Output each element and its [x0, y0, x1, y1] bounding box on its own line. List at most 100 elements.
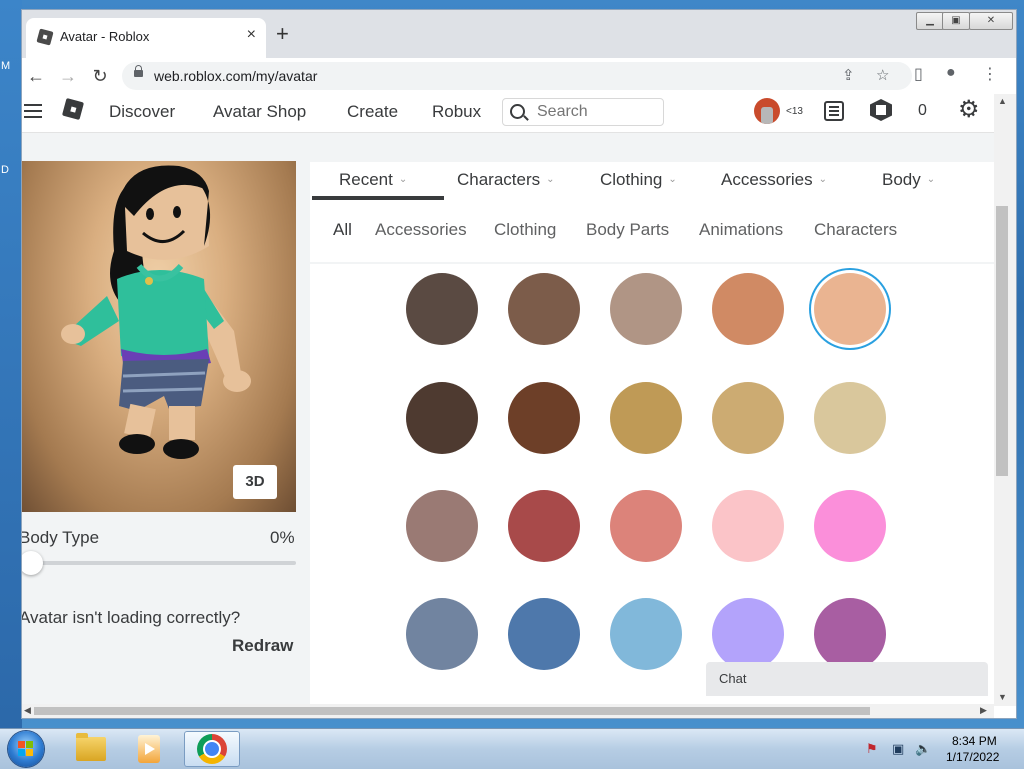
skin-tone-swatch[interactable]	[610, 273, 682, 345]
skin-tone-swatch[interactable]	[406, 273, 478, 345]
scroll-down-arrow-icon[interactable]: ▼	[998, 692, 1007, 702]
search-box[interactable]	[502, 98, 664, 126]
redraw-link[interactable]: Redraw	[232, 636, 293, 656]
back-arrow-icon[interactable]: ←	[24, 64, 48, 88]
search-input[interactable]	[535, 102, 659, 122]
desktop-icon-label: D	[1, 164, 9, 176]
url-text[interactable]: web.roblox.com/my/avatar	[154, 68, 317, 84]
avatar-page: Discover Avatar Shop Create Robux <13 0 …	[22, 94, 994, 704]
skin-tone-swatch[interactable]	[508, 598, 580, 670]
tab-body[interactable]: Body ⌄	[882, 170, 935, 190]
skin-tone-swatch[interactable]	[814, 382, 886, 454]
body-type-slider-handle[interactable]	[22, 551, 43, 575]
more-menu-icon[interactable]: ⋮	[982, 64, 998, 84]
windows-logo-icon	[18, 741, 34, 757]
desktop-background: M D	[0, 0, 22, 768]
skin-tone-swatch[interactable]	[508, 490, 580, 562]
new-tab-button[interactable]: +	[276, 23, 289, 45]
taskbar-chrome[interactable]	[184, 731, 240, 767]
subtab-animations[interactable]: Animations	[699, 220, 783, 240]
horizontal-scrollbar[interactable]: ◀ ▶	[22, 704, 994, 718]
reload-icon[interactable]: ↻	[88, 64, 112, 88]
robux-balance[interactable]: 0	[918, 102, 927, 120]
avatar-preview[interactable]: 3D	[22, 161, 296, 512]
skin-tone-swatch[interactable]	[814, 490, 886, 562]
vertical-scrollbar[interactable]: ▲ ▼	[994, 94, 1016, 706]
chevron-down-icon: ⌄	[668, 174, 677, 185]
chevron-down-icon: ⌄	[398, 174, 408, 185]
skin-tone-swatch[interactable]	[814, 598, 886, 670]
skin-tone-swatch[interactable]	[610, 490, 682, 562]
subtab-body-parts[interactable]: Body Parts	[586, 220, 669, 240]
robux-icon[interactable]	[870, 99, 892, 121]
skin-tone-swatch[interactable]	[508, 382, 580, 454]
close-tab-icon[interactable]: ×	[247, 26, 256, 44]
tab-recent[interactable]: Recent ⌄	[339, 170, 407, 190]
action-center-flag-icon[interactable]: ⚑	[866, 741, 878, 757]
chat-label: Chat	[719, 671, 747, 686]
clock-time[interactable]: 8:34 PM	[952, 734, 997, 748]
skin-tone-swatch[interactable]	[508, 273, 580, 345]
taskbar-media-player[interactable]	[122, 731, 178, 767]
skin-tone-swatch[interactable]	[712, 382, 784, 454]
skin-tone-swatch[interactable]	[712, 490, 784, 562]
avatar-loading-message: Avatar isn't loading correctly?	[22, 608, 241, 627]
chrome-icon	[197, 734, 227, 764]
tab-strip: Avatar - Roblox × + ▁ ▣ ✕	[22, 10, 1016, 58]
tab-accessories[interactable]: Accessories ⌄	[721, 170, 827, 190]
skin-tone-swatch[interactable]	[406, 598, 478, 670]
subtab-accessories[interactable]: Accessories	[375, 220, 467, 240]
age-badge: <13	[786, 106, 803, 117]
view-3d-button[interactable]: 3D	[233, 465, 277, 499]
network-icon[interactable]: ▣	[892, 741, 904, 757]
roblox-favicon-icon	[36, 28, 54, 46]
catalog-list-icon[interactable]	[824, 101, 844, 121]
skin-tone-swatch[interactable]	[610, 382, 682, 454]
scroll-right-arrow-icon[interactable]: ▶	[980, 705, 987, 716]
body-type-slider-track[interactable]	[22, 561, 296, 565]
tab-clothing[interactable]: Clothing ⌄	[600, 170, 677, 190]
forward-arrow-icon[interactable]: →	[56, 64, 80, 88]
user-avatar[interactable]	[754, 98, 780, 124]
nav-link-discover[interactable]: Discover	[109, 102, 175, 122]
address-bar[interactable]: web.roblox.com/my/avatar ⇪ ☆	[122, 62, 912, 90]
minimize-button[interactable]: ▁	[916, 12, 944, 30]
nav-link-avatar-shop[interactable]: Avatar Shop	[213, 102, 306, 122]
desktop-icon-label: M	[1, 60, 11, 72]
browser-tab[interactable]: Avatar - Roblox ×	[26, 18, 266, 58]
skin-tone-swatch[interactable]	[712, 273, 784, 345]
subtab-characters[interactable]: Characters	[814, 220, 897, 240]
scroll-left-arrow-icon[interactable]: ◀	[24, 705, 31, 716]
chat-bar[interactable]: Chat	[706, 662, 988, 696]
clock-date[interactable]: 1/17/2022	[946, 750, 999, 764]
skin-tone-swatch[interactable]	[712, 598, 784, 670]
share-icon[interactable]: ⇪	[842, 66, 855, 84]
profile-icon[interactable]: ●	[946, 64, 956, 82]
category-tabs-panel: Recent ⌄ Characters ⌄ Clothing ⌄ Accessorie…	[310, 162, 994, 262]
subtab-clothing[interactable]: Clothing	[494, 220, 556, 240]
start-button[interactable]	[8, 731, 44, 767]
settings-gear-icon[interactable]: ⚙	[958, 98, 982, 122]
close-window-button[interactable]: ✕	[969, 12, 1013, 30]
taskbar-file-explorer[interactable]	[62, 731, 118, 767]
skin-tone-swatch[interactable]	[406, 382, 478, 454]
skin-tone-swatch[interactable]	[610, 598, 682, 670]
browser-window: Avatar - Roblox × + ▁ ▣ ✕ ← → ↻ web.robl…	[22, 10, 1016, 718]
lock-icon[interactable]	[134, 65, 143, 77]
media-player-icon	[138, 735, 160, 763]
maximize-button[interactable]: ▣	[942, 12, 970, 30]
bookmark-star-icon[interactable]: ☆	[876, 66, 889, 84]
skin-tone-swatch[interactable]	[814, 273, 886, 345]
nav-link-create[interactable]: Create	[347, 102, 398, 122]
tab-characters[interactable]: Characters ⌄	[457, 170, 555, 190]
hamburger-menu-icon[interactable]	[24, 104, 42, 118]
vertical-scroll-thumb[interactable]	[996, 206, 1008, 476]
roblox-logo-icon[interactable]	[61, 97, 85, 121]
scroll-up-arrow-icon[interactable]: ▲	[998, 96, 1007, 106]
subtab-all[interactable]: All	[333, 220, 352, 240]
side-panel-icon[interactable]: ▯	[914, 64, 923, 84]
horizontal-scroll-thumb[interactable]	[34, 707, 870, 715]
nav-link-robux[interactable]: Robux	[432, 102, 481, 122]
skin-tone-swatch[interactable]	[406, 490, 478, 562]
volume-icon[interactable]: 🔈	[915, 741, 931, 757]
